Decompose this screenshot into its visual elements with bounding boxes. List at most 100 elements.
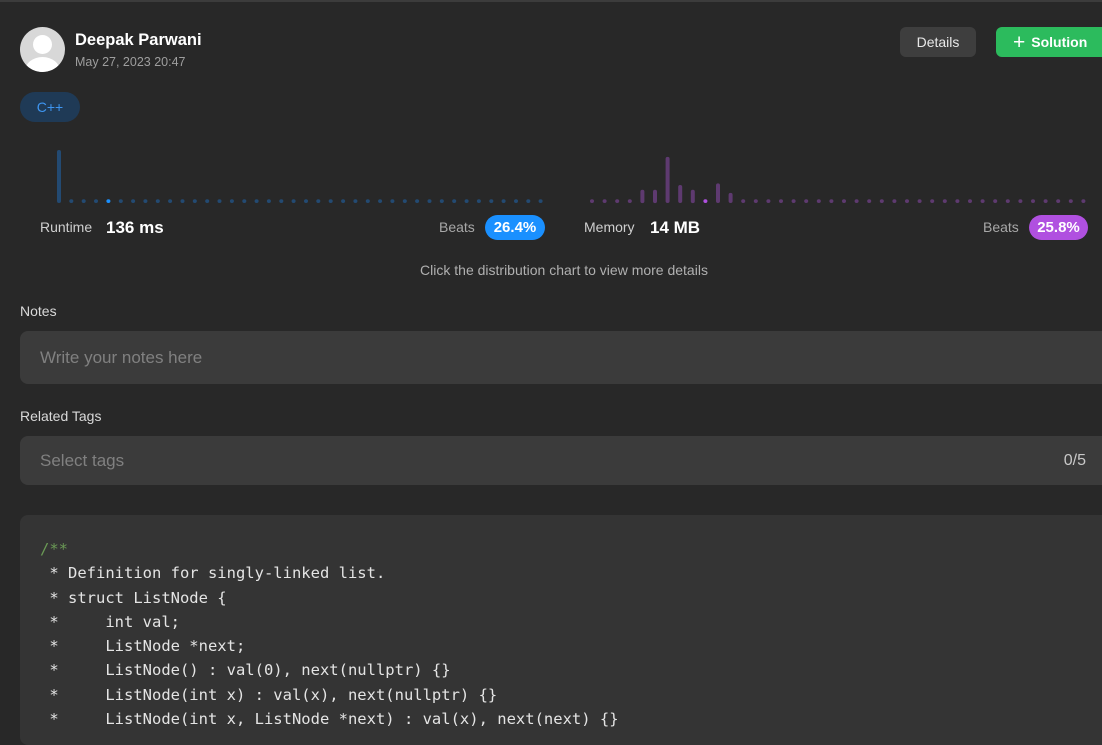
notes-input[interactable]: Write your notes here	[20, 331, 1102, 384]
memory-bar[interactable]	[1056, 199, 1061, 203]
memory-bar[interactable]	[829, 199, 834, 203]
notes-placeholder: Write your notes here	[40, 347, 203, 367]
username[interactable]: Deepak Parwani	[75, 31, 202, 50]
memory-bar[interactable]	[791, 199, 796, 203]
memory-bar[interactable]	[854, 199, 859, 203]
memory-bar[interactable]	[728, 192, 733, 203]
memory-bar[interactable]	[867, 199, 872, 203]
language-badge: C++	[20, 92, 80, 122]
solution-button[interactable]: + Solution	[996, 27, 1102, 57]
memory-bar[interactable]	[653, 189, 657, 204]
runtime-bar[interactable]	[365, 199, 370, 203]
runtime-bar[interactable]	[378, 199, 383, 203]
memory-bar[interactable]	[968, 199, 972, 203]
runtime-bar[interactable]	[69, 199, 74, 203]
avatar[interactable]	[20, 27, 65, 72]
memory-bar[interactable]	[627, 199, 632, 203]
runtime-bar-current[interactable]	[106, 199, 111, 203]
notes-label: Notes	[20, 303, 57, 319]
memory-bar[interactable]	[1031, 199, 1035, 203]
runtime-bar[interactable]	[57, 150, 61, 203]
runtime-bar[interactable]	[131, 199, 136, 203]
runtime-bar[interactable]	[538, 199, 543, 203]
runtime-bar[interactable]	[501, 199, 506, 203]
memory-bar[interactable]	[816, 199, 821, 203]
runtime-bar[interactable]	[168, 199, 173, 203]
memory-distribution-chart[interactable]	[590, 156, 1086, 204]
runtime-bar[interactable]	[205, 199, 210, 203]
runtime-distribution-chart[interactable]	[57, 150, 543, 203]
memory-bar[interactable]	[678, 185, 683, 203]
runtime-bar[interactable]	[353, 199, 358, 203]
distribution-charts[interactable]	[0, 140, 1102, 210]
memory-bar[interactable]	[842, 199, 846, 203]
memory-bar[interactable]	[690, 189, 695, 204]
chart-hint-text: Click the distribution chart to view mor…	[420, 262, 708, 278]
runtime-bar[interactable]	[402, 199, 407, 203]
runtime-bar[interactable]	[464, 199, 469, 203]
memory-bar[interactable]	[1043, 199, 1048, 203]
memory-bar[interactable]	[993, 199, 998, 203]
runtime-bar[interactable]	[489, 199, 494, 203]
memory-bar[interactable]	[980, 199, 985, 203]
memory-bar[interactable]	[753, 199, 758, 203]
memory-bar[interactable]	[602, 199, 607, 203]
memory-value: 14 MB	[650, 218, 701, 237]
memory-bar[interactable]	[1005, 199, 1010, 203]
runtime-bar[interactable]	[514, 199, 518, 203]
memory-bar[interactable]	[942, 199, 947, 203]
runtime-bar[interactable]	[118, 199, 123, 203]
memory-bar[interactable]	[716, 183, 720, 203]
runtime-bar[interactable]	[476, 199, 481, 203]
runtime-bar[interactable]	[242, 199, 247, 203]
runtime-bar[interactable]	[192, 199, 197, 203]
tags-count: 0/5	[1063, 451, 1086, 469]
memory-bar[interactable]	[615, 199, 620, 203]
runtime-bar[interactable]	[266, 199, 271, 203]
memory-bar[interactable]	[930, 199, 935, 203]
runtime-bar[interactable]	[452, 199, 457, 203]
runtime-bar[interactable]	[229, 199, 234, 203]
runtime-bar[interactable]	[316, 199, 321, 203]
memory-bar[interactable]	[766, 199, 771, 203]
memory-bar[interactable]	[905, 199, 909, 203]
tags-placeholder: Select tags	[40, 450, 125, 470]
code-block[interactable]: /** * Definition for singly-linked list.…	[20, 515, 1102, 745]
avatar-body-shape	[25, 57, 60, 72]
runtime-bar[interactable]	[94, 199, 98, 203]
runtime-value: 136 ms	[106, 218, 164, 237]
memory-bar[interactable]	[640, 189, 645, 204]
runtime-bar[interactable]	[180, 199, 185, 203]
runtime-bar[interactable]	[341, 199, 346, 203]
runtime-bar[interactable]	[143, 199, 148, 203]
details-button[interactable]: Details	[900, 27, 976, 57]
runtime-bar[interactable]	[304, 199, 308, 203]
memory-bar[interactable]	[1018, 199, 1023, 203]
memory-bar[interactable]	[955, 199, 960, 203]
runtime-bar[interactable]	[415, 199, 420, 203]
runtime-bar[interactable]	[254, 199, 259, 203]
memory-bar[interactable]	[879, 199, 884, 203]
memory-bar[interactable]	[665, 156, 670, 203]
code-body: * Definition for singly-linked list. * s…	[49, 564, 619, 729]
runtime-bar[interactable]	[291, 199, 296, 203]
memory-bar[interactable]	[892, 199, 897, 203]
memory-bar[interactable]	[779, 199, 783, 203]
tags-select[interactable]: Select tags 0/5	[20, 436, 1102, 485]
runtime-bar[interactable]	[217, 199, 222, 203]
memory-bar[interactable]	[804, 199, 809, 203]
runtime-bar[interactable]	[279, 199, 284, 203]
memory-bar[interactable]	[741, 199, 746, 203]
runtime-bar[interactable]	[526, 199, 531, 203]
runtime-bar[interactable]	[155, 199, 160, 203]
memory-bar-current[interactable]	[703, 199, 708, 203]
memory-bar[interactable]	[1081, 199, 1086, 203]
memory-bar[interactable]	[917, 199, 922, 203]
runtime-bar[interactable]	[439, 199, 444, 203]
memory-bar[interactable]	[1068, 199, 1073, 203]
runtime-bar[interactable]	[427, 199, 432, 203]
memory-bar[interactable]	[590, 199, 594, 203]
runtime-bar[interactable]	[81, 199, 86, 203]
runtime-bar[interactable]	[390, 199, 395, 203]
runtime-bar[interactable]	[328, 199, 333, 203]
